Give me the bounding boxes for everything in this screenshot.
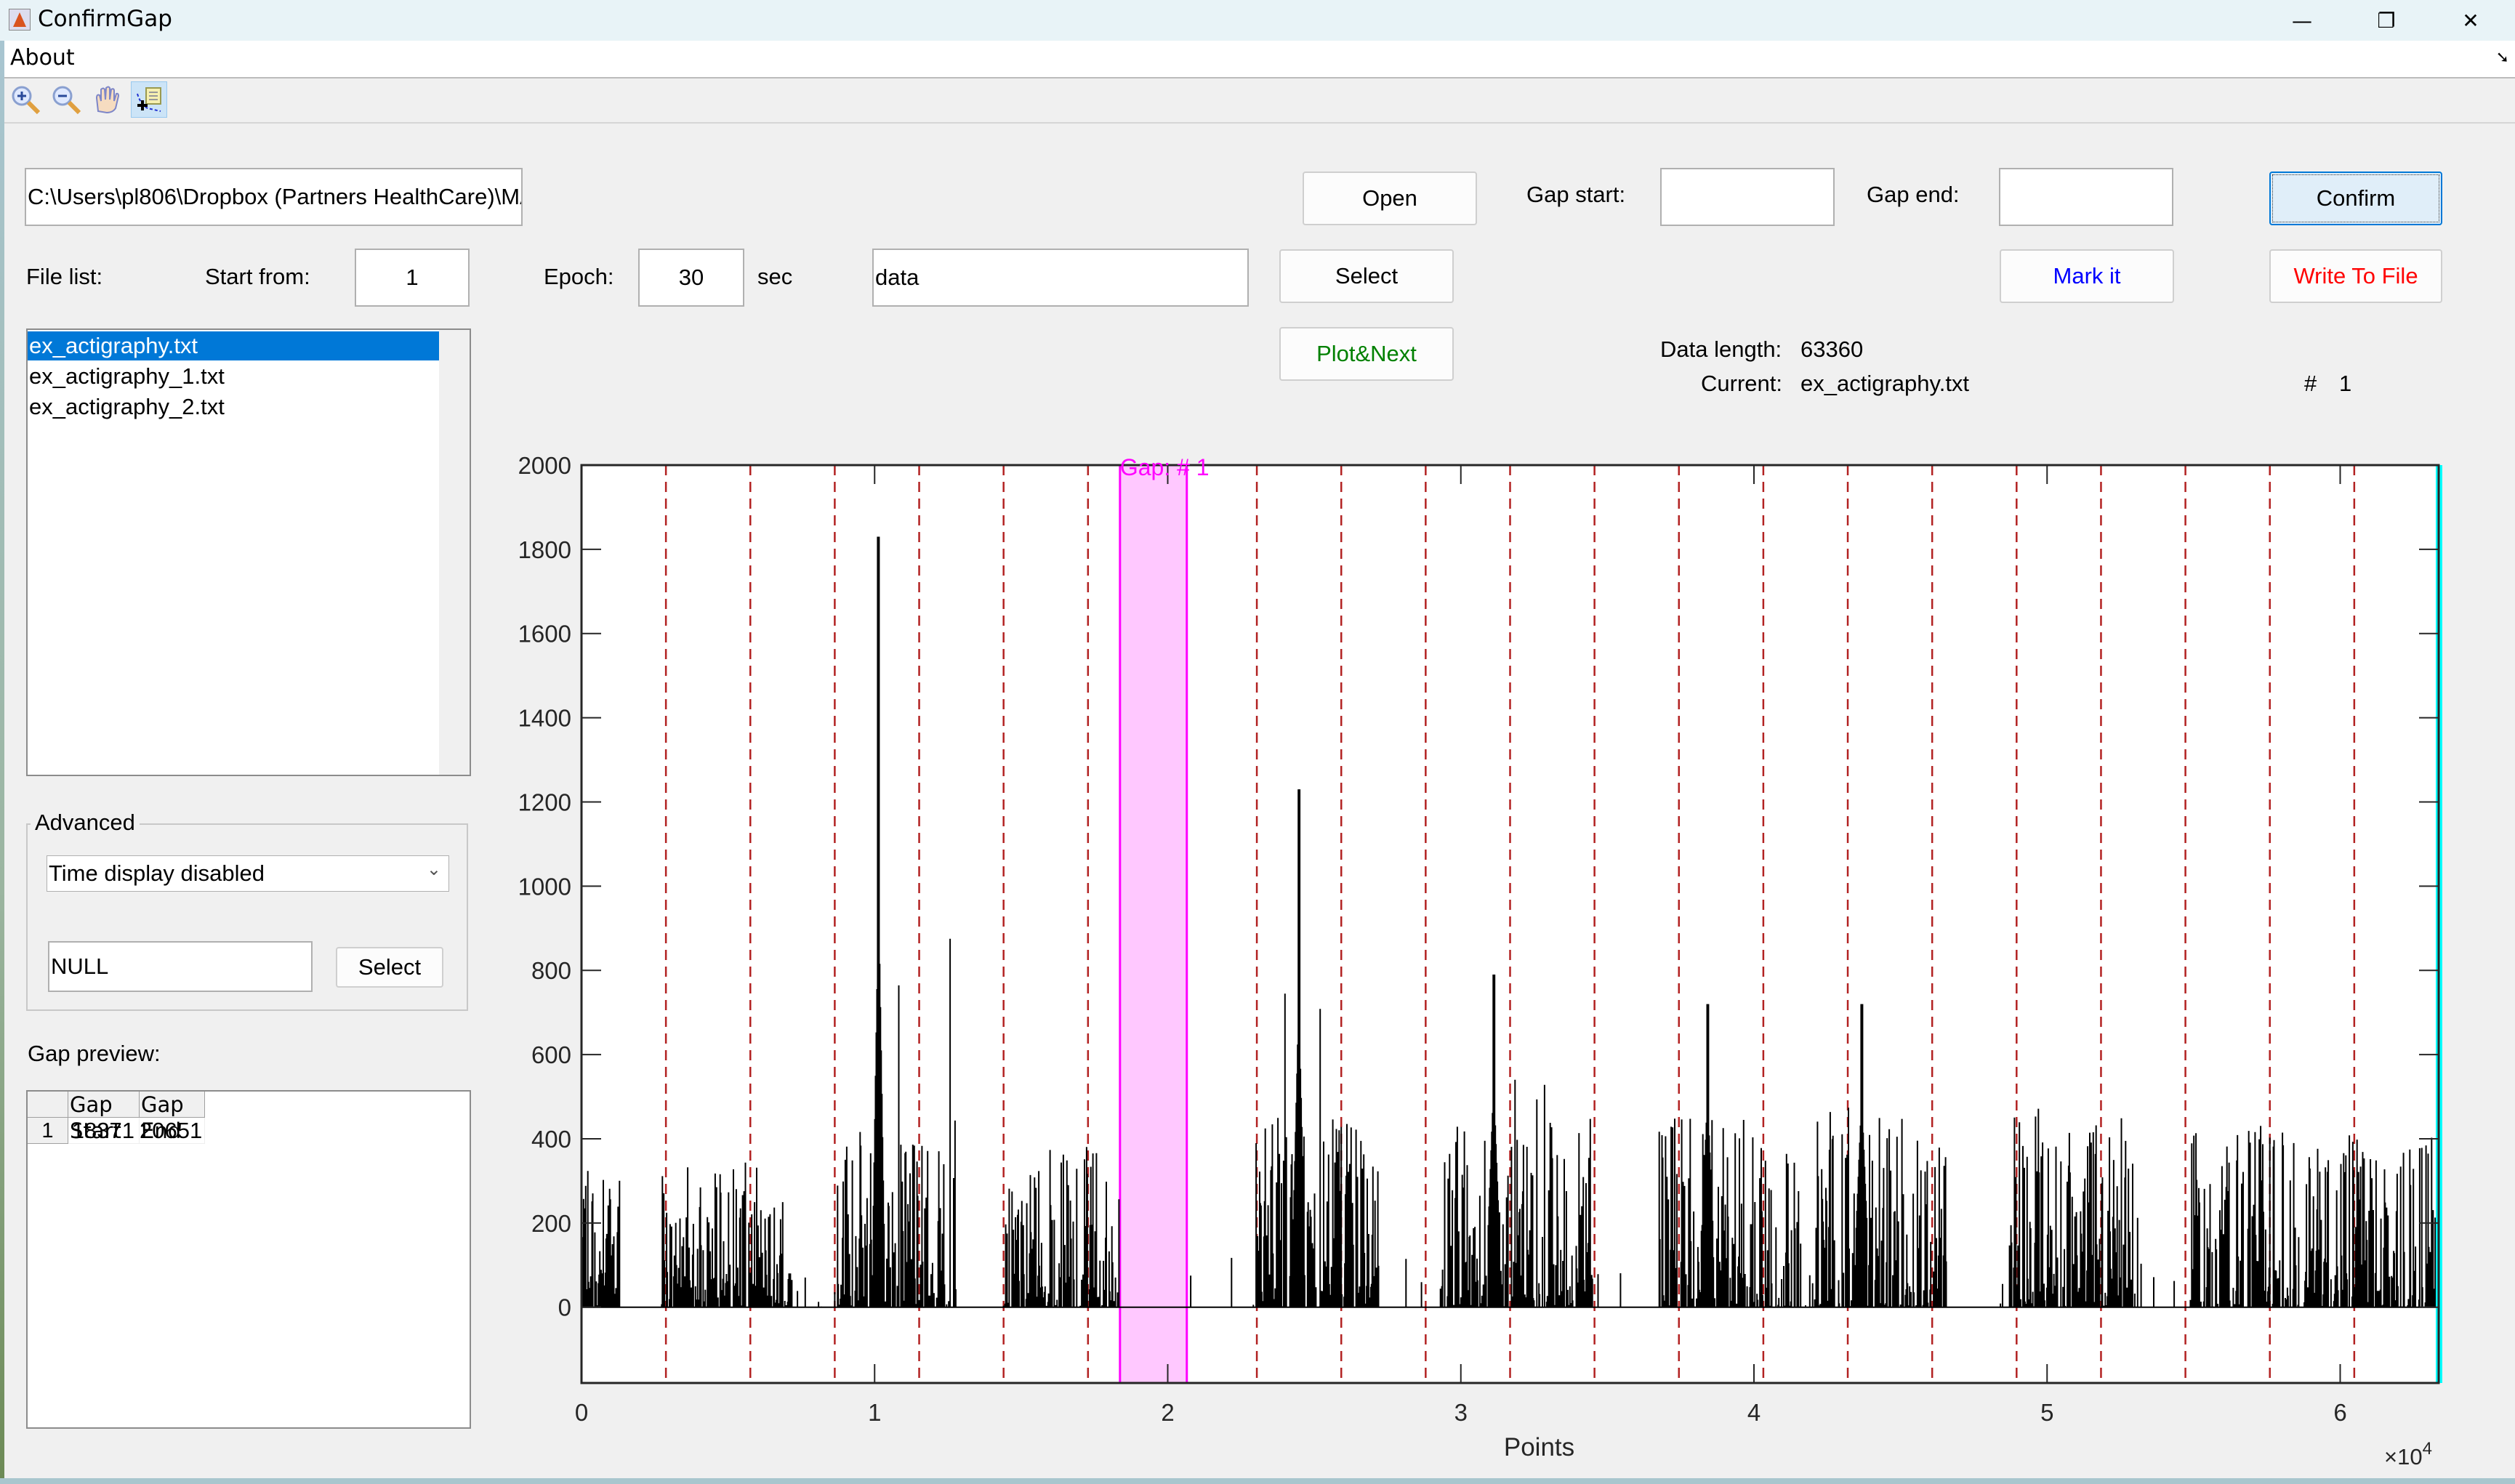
y-tick-label: 1000 bbox=[518, 873, 571, 900]
y-tick-label: 400 bbox=[531, 1126, 571, 1153]
x-tick-label: 1 bbox=[868, 1399, 881, 1426]
x-tick-label: 5 bbox=[2040, 1399, 2053, 1426]
x-tick-label: 0 bbox=[575, 1399, 588, 1426]
y-tick-label: 1800 bbox=[518, 536, 571, 563]
y-tick-label: 1200 bbox=[518, 789, 571, 815]
y-tick-label: 200 bbox=[531, 1210, 571, 1237]
y-tick-label: 600 bbox=[531, 1041, 571, 1068]
gap-region-label: Gap: # 1 bbox=[1120, 454, 1210, 480]
x-tick-label: 6 bbox=[2333, 1399, 2346, 1426]
gap-region bbox=[1119, 464, 1188, 1384]
y-tick-label: 0 bbox=[558, 1294, 571, 1321]
x-tick-label: 3 bbox=[1454, 1399, 1468, 1426]
y-tick-label: 800 bbox=[531, 957, 571, 984]
x-axis-label: Points bbox=[1504, 1433, 1574, 1461]
y-tick-label: 1600 bbox=[518, 621, 571, 648]
x-tick-label: 2 bbox=[1161, 1399, 1174, 1426]
x-tick-label: 4 bbox=[1747, 1399, 1760, 1426]
y-tick-label: 1400 bbox=[518, 705, 571, 732]
x-axis-exponent: ×104 bbox=[2384, 1439, 2432, 1469]
y-tick-label: 2000 bbox=[518, 452, 571, 479]
activity-plot[interactable]: 0 200 400 600 800 1000 1200 1400 1600 1800 2000 0 1… bbox=[0, 0, 2515, 1484]
